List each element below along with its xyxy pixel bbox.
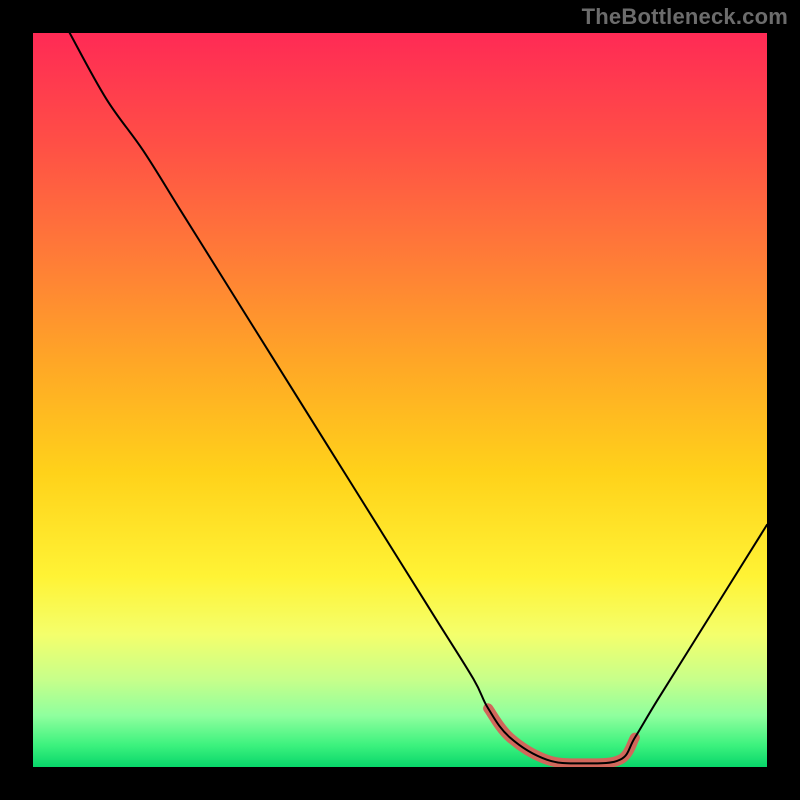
chart-stage: TheBottleneck.com [0,0,800,800]
watermark-text: TheBottleneck.com [582,4,788,30]
bottleneck-curve [70,33,767,763]
curve-layer [33,33,767,767]
highlight-segment [488,708,635,763]
